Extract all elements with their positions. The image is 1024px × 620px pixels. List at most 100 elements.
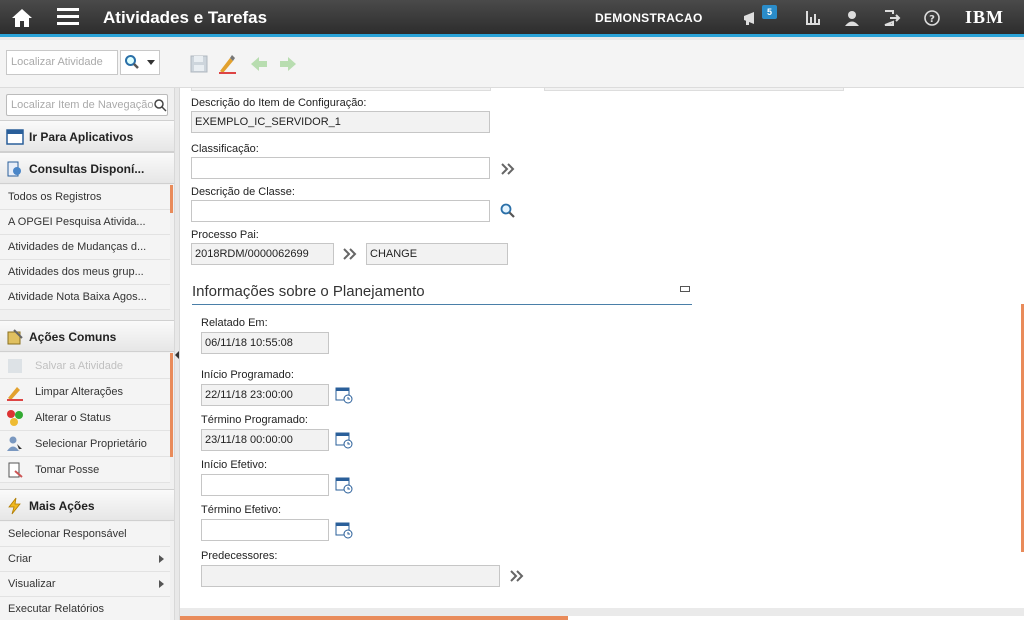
goto-apps-header[interactable]: Ir Para Aplicativos [0,120,174,152]
calendar-icon[interactable] [335,521,353,539]
site-name: DEMONSTRACAO [595,11,703,25]
signout-icon[interactable] [883,9,901,27]
previous-icon[interactable] [249,54,269,74]
chevron-down-icon [147,60,155,65]
reported-date-label: Relatado Em: [201,317,268,329]
next-icon[interactable] [278,54,298,74]
parent-class-field: CHANGE [366,243,508,265]
view-menu[interactable]: Visualizar [0,572,170,597]
actions-scrollbar[interactable] [170,353,173,457]
more-actions-label: Mais Ações [29,499,95,513]
ci-description-label: Descrição do Item de Configuração: [191,97,367,109]
search-options-button[interactable] [120,50,160,75]
eraser-icon [7,387,23,401]
search-icon[interactable] [153,98,167,112]
action-label: Alterar o Status [35,412,111,424]
classification-label: Classificação: [191,143,259,155]
queries-scrollbar[interactable] [170,185,173,213]
common-actions-icon [7,329,23,345]
action-label: Tomar Posse [35,464,100,476]
queries-label: Consultas Disponí... [29,162,145,176]
ibm-logo: IBM [965,7,1004,27]
common-actions-label: Ações Comuns [29,330,117,344]
action-label: Selecionar Proprietário [35,438,147,450]
action-label: Limpar Alterações [35,386,124,398]
bulletin-icon[interactable] [742,9,760,27]
class-description-label: Descrição de Classe: [191,186,295,198]
horizontal-scrollbar[interactable] [180,616,568,620]
actual-finish-label: Término Efetivo: [201,504,282,516]
more-actions-header[interactable]: Mais Ações [0,489,174,521]
scheduled-finish-input[interactable]: 23/11/18 00:00:00 [201,429,329,451]
calendar-icon[interactable] [335,476,353,494]
actual-start-input[interactable] [201,474,329,496]
app-title: Atividades e Tarefas [103,8,268,27]
reports-icon[interactable] [804,9,822,27]
actual-finish-input[interactable] [201,519,329,541]
svg-text:?: ? [929,14,935,25]
class-description-input[interactable] [191,200,490,222]
status-icon [7,410,23,426]
change-status-action[interactable]: Alterar o Status [0,405,170,431]
create-menu[interactable]: Criar [0,547,170,572]
actual-start-label: Início Efetivo: [201,459,268,471]
goto-apps-label: Ir Para Aplicativos [29,130,134,144]
help-icon[interactable]: ? [923,9,941,27]
record-search-input[interactable]: Localizar Atividade [6,50,118,75]
home-icon[interactable] [10,6,34,30]
view-label: Visualizar [8,578,56,590]
save-icon[interactable] [189,54,209,74]
take-ownership-action[interactable]: Tomar Posse [0,457,170,483]
predecessors-field [201,565,500,587]
predecessors-label: Predecessores: [201,550,278,562]
detail-menu-icon[interactable] [499,160,517,178]
detail-menu-icon[interactable] [508,567,526,585]
toolbar: Localizar Atividade [0,40,1024,88]
query-item[interactable]: A OPGEI Pesquisa Ativida... [0,210,170,235]
query-item[interactable]: Todos os Registros [0,185,170,210]
query-item[interactable]: Atividades dos meus grup... [0,260,170,285]
bottom-band [180,608,1024,616]
lookup-icon[interactable] [499,202,517,220]
chevron-right-icon [159,580,164,588]
action-label: Salvar a Atividade [35,360,124,372]
query-item[interactable]: Atividade Nota Baixa Agos... [0,285,170,310]
owner-icon [7,436,22,452]
lightning-icon [8,497,21,515]
save-icon [8,359,22,373]
planning-section-title: Informações sobre o Planejamento [192,283,692,305]
queries-icon [7,161,21,177]
query-item[interactable]: Atividades de Mudanças d... [0,235,170,260]
classification-input[interactable] [191,157,490,179]
scheduled-start-label: Início Programado: [201,369,294,381]
clear-changes-action[interactable]: Limpar Alterações [0,379,170,405]
parent-process-field: 2018RDM/0000062699 [191,243,334,265]
clear-changes-icon[interactable] [217,54,237,74]
parent-process-label: Processo Pai: [191,229,259,241]
search-icon [125,55,139,69]
take-ownership-icon [8,462,23,478]
calendar-icon[interactable] [335,431,353,449]
chevron-right-icon [159,555,164,563]
reported-date-field: 06/11/18 10:55:08 [201,332,329,354]
scheduled-start-input[interactable]: 22/11/18 23:00:00 [201,384,329,406]
save-activity-action[interactable]: Salvar a Atividade [0,353,170,379]
select-responsible-action[interactable]: Selecionar Responsável [0,522,170,547]
profile-icon[interactable] [843,9,861,27]
select-owner-action[interactable]: Selecionar Proprietário [0,431,170,457]
field-stub [544,88,844,91]
nav-search-input[interactable]: Localizar Item de Navegação [6,94,168,116]
notification-badge: 5 [762,5,777,19]
collapse-section-icon[interactable] [680,286,690,292]
detail-menu-icon[interactable] [341,245,359,263]
calendar-icon[interactable] [335,386,353,404]
main-content: Descrição do Item de Configuração: EXEMP… [179,88,1024,620]
left-navigation: Localizar Item de Navegação Ir Para Apli… [0,88,175,620]
run-reports-action[interactable]: Executar Relatórios [0,597,170,620]
common-actions-header[interactable]: Ações Comuns [0,320,174,352]
field-stub [191,88,491,91]
queries-header[interactable]: Consultas Disponí... [0,152,174,184]
top-bar: Atividades e Tarefas DEMONSTRACAO 5 ? IB… [0,0,1024,37]
menu-icon[interactable] [57,8,79,26]
ci-description-field: EXEMPLO_IC_SERVIDOR_1 [191,111,490,133]
